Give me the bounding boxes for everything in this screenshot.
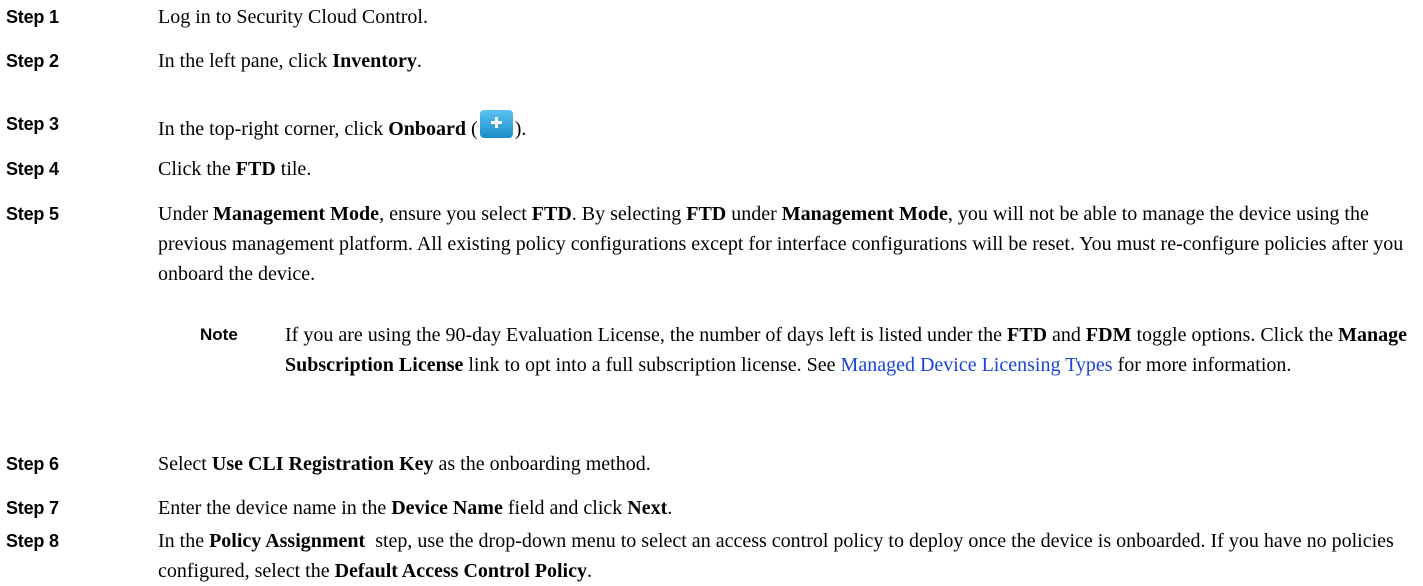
step-text: Log in to Security Cloud Control.	[158, 2, 1408, 32]
text-run: link to opt into a full subscription lic…	[463, 354, 841, 376]
text-run: . By selecting	[571, 203, 687, 225]
step-label: Step 7	[6, 498, 59, 518]
text-run: .	[416, 50, 422, 72]
step-text: Click the FTD tile.	[158, 154, 1408, 184]
ui-term-use-cli-registration-key: Use CLI Registration Key	[211, 453, 434, 475]
note-label: Note	[200, 325, 238, 344]
step-label: Step 3	[6, 114, 59, 134]
text-run: and	[1047, 324, 1086, 346]
text-run: In the	[158, 530, 210, 552]
step-label: Step 6	[6, 454, 59, 474]
text-run: , ensure you select	[379, 203, 532, 225]
step-text: Select Use CLI Registration Key as the o…	[158, 449, 1408, 479]
ui-term-management-mode: Management Mode	[781, 203, 948, 225]
step-label: Step 4	[6, 159, 59, 179]
step-text: In the Policy Assignment step, use the d…	[158, 526, 1408, 586]
licensing-types-link[interactable]: Managed Device Licensing Types	[841, 354, 1113, 376]
step-text: Enter the device name in the Device Name…	[158, 493, 1408, 523]
ui-term-onboard: Onboard	[388, 118, 467, 140]
text-run: as the onboarding method.	[433, 453, 651, 475]
text-run: field and click	[502, 497, 628, 519]
ui-term-fdm: FDM	[1085, 324, 1132, 346]
text-run: In the top-right corner, click	[158, 118, 389, 140]
text-run: ).	[514, 118, 527, 140]
plus-icon	[479, 109, 514, 139]
step-text: In the top-right corner, click Onboard (…	[158, 109, 1408, 144]
ui-term-ftd: FTD	[1007, 324, 1048, 346]
text-run: toggle options. Click the	[1131, 324, 1339, 346]
ui-term-inventory: Inventory	[332, 50, 417, 72]
step-text: Under Management Mode, ensure you select…	[158, 199, 1408, 289]
step-label: Step 8	[6, 531, 59, 551]
text-run: (	[466, 118, 478, 140]
text-run: In the left pane, click	[158, 50, 333, 72]
text-run: Enter the device name in the	[158, 497, 392, 519]
text-run: Under	[158, 203, 213, 225]
ui-term-device-name: Device Name	[391, 497, 503, 519]
text-run: .	[586, 560, 592, 582]
text-run: for more information.	[1112, 354, 1292, 376]
text-run: Click the	[158, 158, 236, 180]
step-label: Step 5	[6, 204, 59, 224]
text-run: under	[726, 203, 782, 225]
step-label: Step 2	[6, 51, 59, 71]
text-run: Log in to Security Cloud Control.	[158, 6, 428, 28]
ui-term-ftd: FTD	[531, 203, 572, 225]
text-run: tile.	[275, 158, 312, 180]
ui-term-policy-assignment: Policy Assignment	[209, 530, 366, 552]
note-text: If you are using the 90-day Evaluation L…	[285, 320, 1410, 380]
ui-term-ftd: FTD	[235, 158, 276, 180]
ui-term-management-mode: Management Mode	[212, 203, 380, 225]
step-text: In the left pane, click Inventory.	[158, 46, 1408, 76]
text-run: .	[667, 497, 673, 519]
ui-term-default-access-control-policy: Default Access Control Policy	[334, 560, 587, 582]
text-run: Select	[158, 453, 212, 475]
ui-term-ftd: FTD	[686, 203, 727, 225]
text-run: If you are using the 90-day Evaluation L…	[285, 324, 1008, 346]
ui-term-next: Next	[627, 497, 668, 519]
step-label: Step 1	[6, 7, 59, 27]
